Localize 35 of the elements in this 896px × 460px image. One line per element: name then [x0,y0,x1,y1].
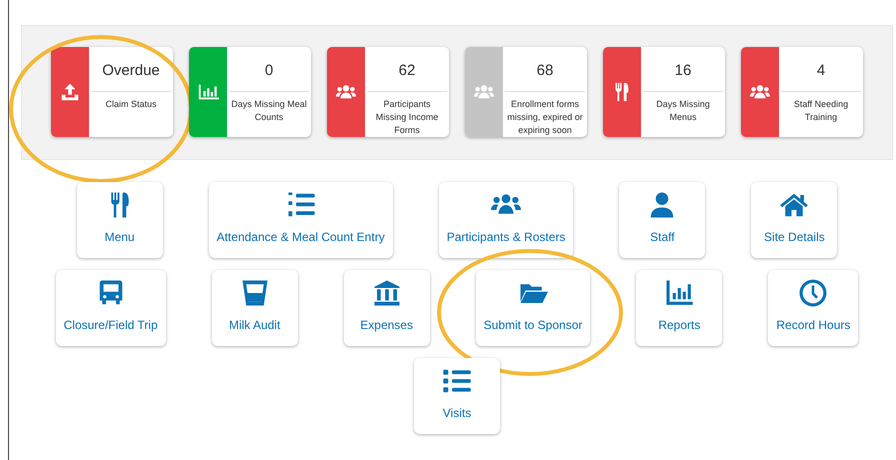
nav-button[interactable]: Site Details [751,182,838,258]
status-card[interactable]: 68 Enrollment forms missing, expired or expiring soon [465,47,587,137]
bank-icon [372,278,402,308]
status-label: Participants Missing Income Forms [374,98,440,137]
status-label: Enrollment forms missing, expired or expiring soon [506,98,584,137]
status-value: 0 [229,47,309,92]
nav-button[interactable]: Record Hours [768,270,858,346]
clock-icon [798,278,828,308]
status-value: 4 [781,47,861,92]
nav-button[interactable]: Staff [619,182,706,258]
nav-button[interactable]: Visits [414,358,500,434]
status-value: 16 [643,47,723,92]
bar-chart-icon [664,278,694,308]
status-card[interactable]: Overdue Claim Status [51,47,173,137]
nav-button[interactable]: Closure/Field Trip [56,270,166,346]
status-value: 68 [505,47,585,92]
nav-button[interactable]: Milk Audit [212,270,298,346]
nav-button[interactable]: Participants & Rosters [438,182,574,258]
upload-icon [59,81,81,103]
status-label: Staff Needing Training [792,98,850,124]
status-card[interactable]: 62 Participants Missing Income Forms [327,47,449,137]
nav-button[interactable]: Attendance & Meal Count Entry [208,182,393,258]
status-card[interactable]: 4 Staff Needing Training [741,47,863,137]
status-label: Days Missing Meal Counts [230,98,308,124]
nav-button[interactable]: Expenses [344,270,430,346]
cup-icon [240,278,270,308]
nav-button[interactable]: Submit to Sponsor [476,270,590,346]
status-value: 62 [367,47,447,92]
status-label: Claim Status [105,98,157,111]
nav-button[interactable]: Menu [76,182,163,258]
status-label: Days Missing Menus [655,98,711,124]
status-card[interactable]: 16 Days Missing Menus [603,47,725,137]
nav-button[interactable]: Reports [636,270,722,346]
status-value: Overdue [91,47,171,92]
status-card[interactable]: 0 Days Missing Meal Counts [189,47,311,137]
